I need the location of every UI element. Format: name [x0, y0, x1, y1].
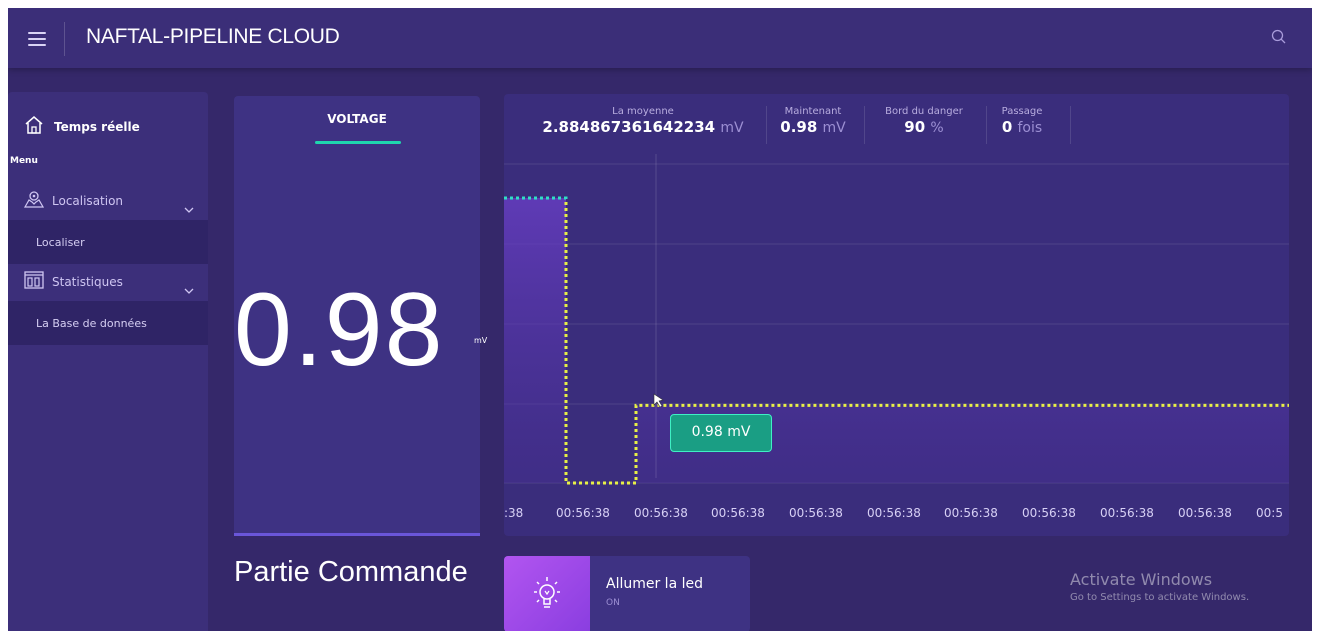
chart-area [504, 198, 1289, 483]
stat-divider [864, 106, 865, 144]
sidebar-item-label: Temps réelle [54, 120, 140, 134]
chart-tooltip: 0.98 mV [670, 414, 772, 452]
stat-danger: Bord du danger 90 % [876, 106, 972, 136]
voltage-chart [504, 154, 1289, 485]
x-tick-label: 00:56:38 [867, 506, 921, 520]
stat-divider [1070, 106, 1071, 144]
section-title-partie-commande: Partie Commande [234, 556, 468, 588]
chart-panel: La moyenne 2.884867361642234 mV Maintena… [504, 94, 1289, 536]
stat-unit: fois [1017, 120, 1043, 136]
stat-passage: Passage 0 fois [994, 106, 1050, 136]
stat-number: 90 [904, 118, 926, 136]
stat-value: 0.98 mV [778, 118, 848, 136]
activate-windows-watermark: Activate Windows Go to Settings to activ… [1070, 570, 1249, 603]
sidebar-item-temps-reelle[interactable]: Temps réelle [24, 112, 140, 142]
sidebar-subitem-localiser[interactable]: Localiser [8, 220, 208, 264]
chevron-down-icon [184, 198, 194, 213]
stat-value: 0 fois [994, 118, 1050, 136]
sidebar-item-localisation[interactable]: Localisation [8, 184, 208, 218]
voltage-unit: mV [474, 336, 488, 345]
stat-average: La moyenne 2.884867361642234 mV [538, 106, 748, 136]
home-icon [24, 115, 44, 139]
stats-icon [24, 271, 44, 293]
stat-value: 2.884867361642234 mV [538, 118, 748, 136]
stat-divider [766, 106, 767, 144]
stat-number: 2.884867361642234 [542, 118, 716, 136]
top-bar: NAFTAL-PIPELINE CLOUD [8, 8, 1312, 68]
led-state: ON [606, 598, 620, 608]
watermark-line1: Activate Windows [1070, 570, 1213, 589]
x-tick-label: 00:56:38 [789, 506, 843, 520]
stat-value: 90 % [876, 118, 972, 136]
led-toggle-card[interactable]: Allumer la led ON [504, 556, 750, 631]
x-tick-label: 00:56:38 [1100, 506, 1154, 520]
stat-unit: mV [720, 120, 744, 136]
x-tick-label: 00:5 [1256, 506, 1283, 520]
cursor-icon [653, 393, 664, 408]
sidebar-subitem-base-de-donnees[interactable]: La Base de données [8, 301, 208, 345]
app-window: NAFTAL-PIPELINE CLOUD Temps réelle Menu [8, 8, 1312, 631]
chevron-down-icon [184, 279, 194, 294]
x-tick-label: 00:56:38 [1022, 506, 1076, 520]
search-icon[interactable] [1270, 28, 1288, 46]
stat-number: 0.98 [780, 118, 818, 136]
hamburger-icon[interactable] [28, 32, 46, 46]
stat-caption: Passage [1001, 106, 1043, 117]
x-tick-label: 00:56:38 [634, 506, 688, 520]
x-tick-label: 00:56:38 [556, 506, 610, 520]
menu-heading: Menu [10, 156, 38, 166]
stat-caption: Bord du danger [885, 106, 963, 117]
lightbulb-icon [504, 556, 590, 631]
tab-voltage[interactable]: VOLTAGE [234, 112, 480, 126]
sidebar-item-label: Localisation [52, 194, 124, 208]
app-title: NAFTAL-PIPELINE CLOUD [86, 25, 340, 48]
stat-divider [986, 106, 987, 144]
watermark-line2: Go to Settings to activate Windows. [1070, 592, 1250, 603]
x-tick-label: :38 [504, 506, 524, 520]
stat-caption: Maintenant [784, 106, 842, 117]
sidebar-item-statistiques[interactable]: Statistiques [8, 265, 208, 299]
map-pin-icon [23, 190, 45, 212]
stat-number: 0 [1001, 118, 1013, 136]
x-tick-label: 00:56:38 [711, 506, 765, 520]
stat-unit: mV [822, 120, 846, 136]
sidebar: Temps réelle Menu Localisation Localiser [8, 92, 208, 631]
voltage-value: 0.98 [234, 272, 445, 388]
topbar-divider [64, 22, 65, 56]
sidebar-item-label: Statistiques [52, 275, 123, 289]
x-tick-label: 00:56:38 [1178, 506, 1232, 520]
voltage-panel: VOLTAGE 0.98 mV [234, 96, 487, 536]
stat-caption: La moyenne [612, 106, 674, 117]
stat-unit: % [930, 120, 944, 136]
tab-active-indicator [315, 141, 401, 144]
stat-now: Maintenant 0.98 mV [778, 106, 848, 136]
x-tick-label: 00:56:38 [944, 506, 998, 520]
voltage-panel-bottom-bar [234, 533, 480, 536]
led-label: Allumer la led [606, 576, 703, 592]
